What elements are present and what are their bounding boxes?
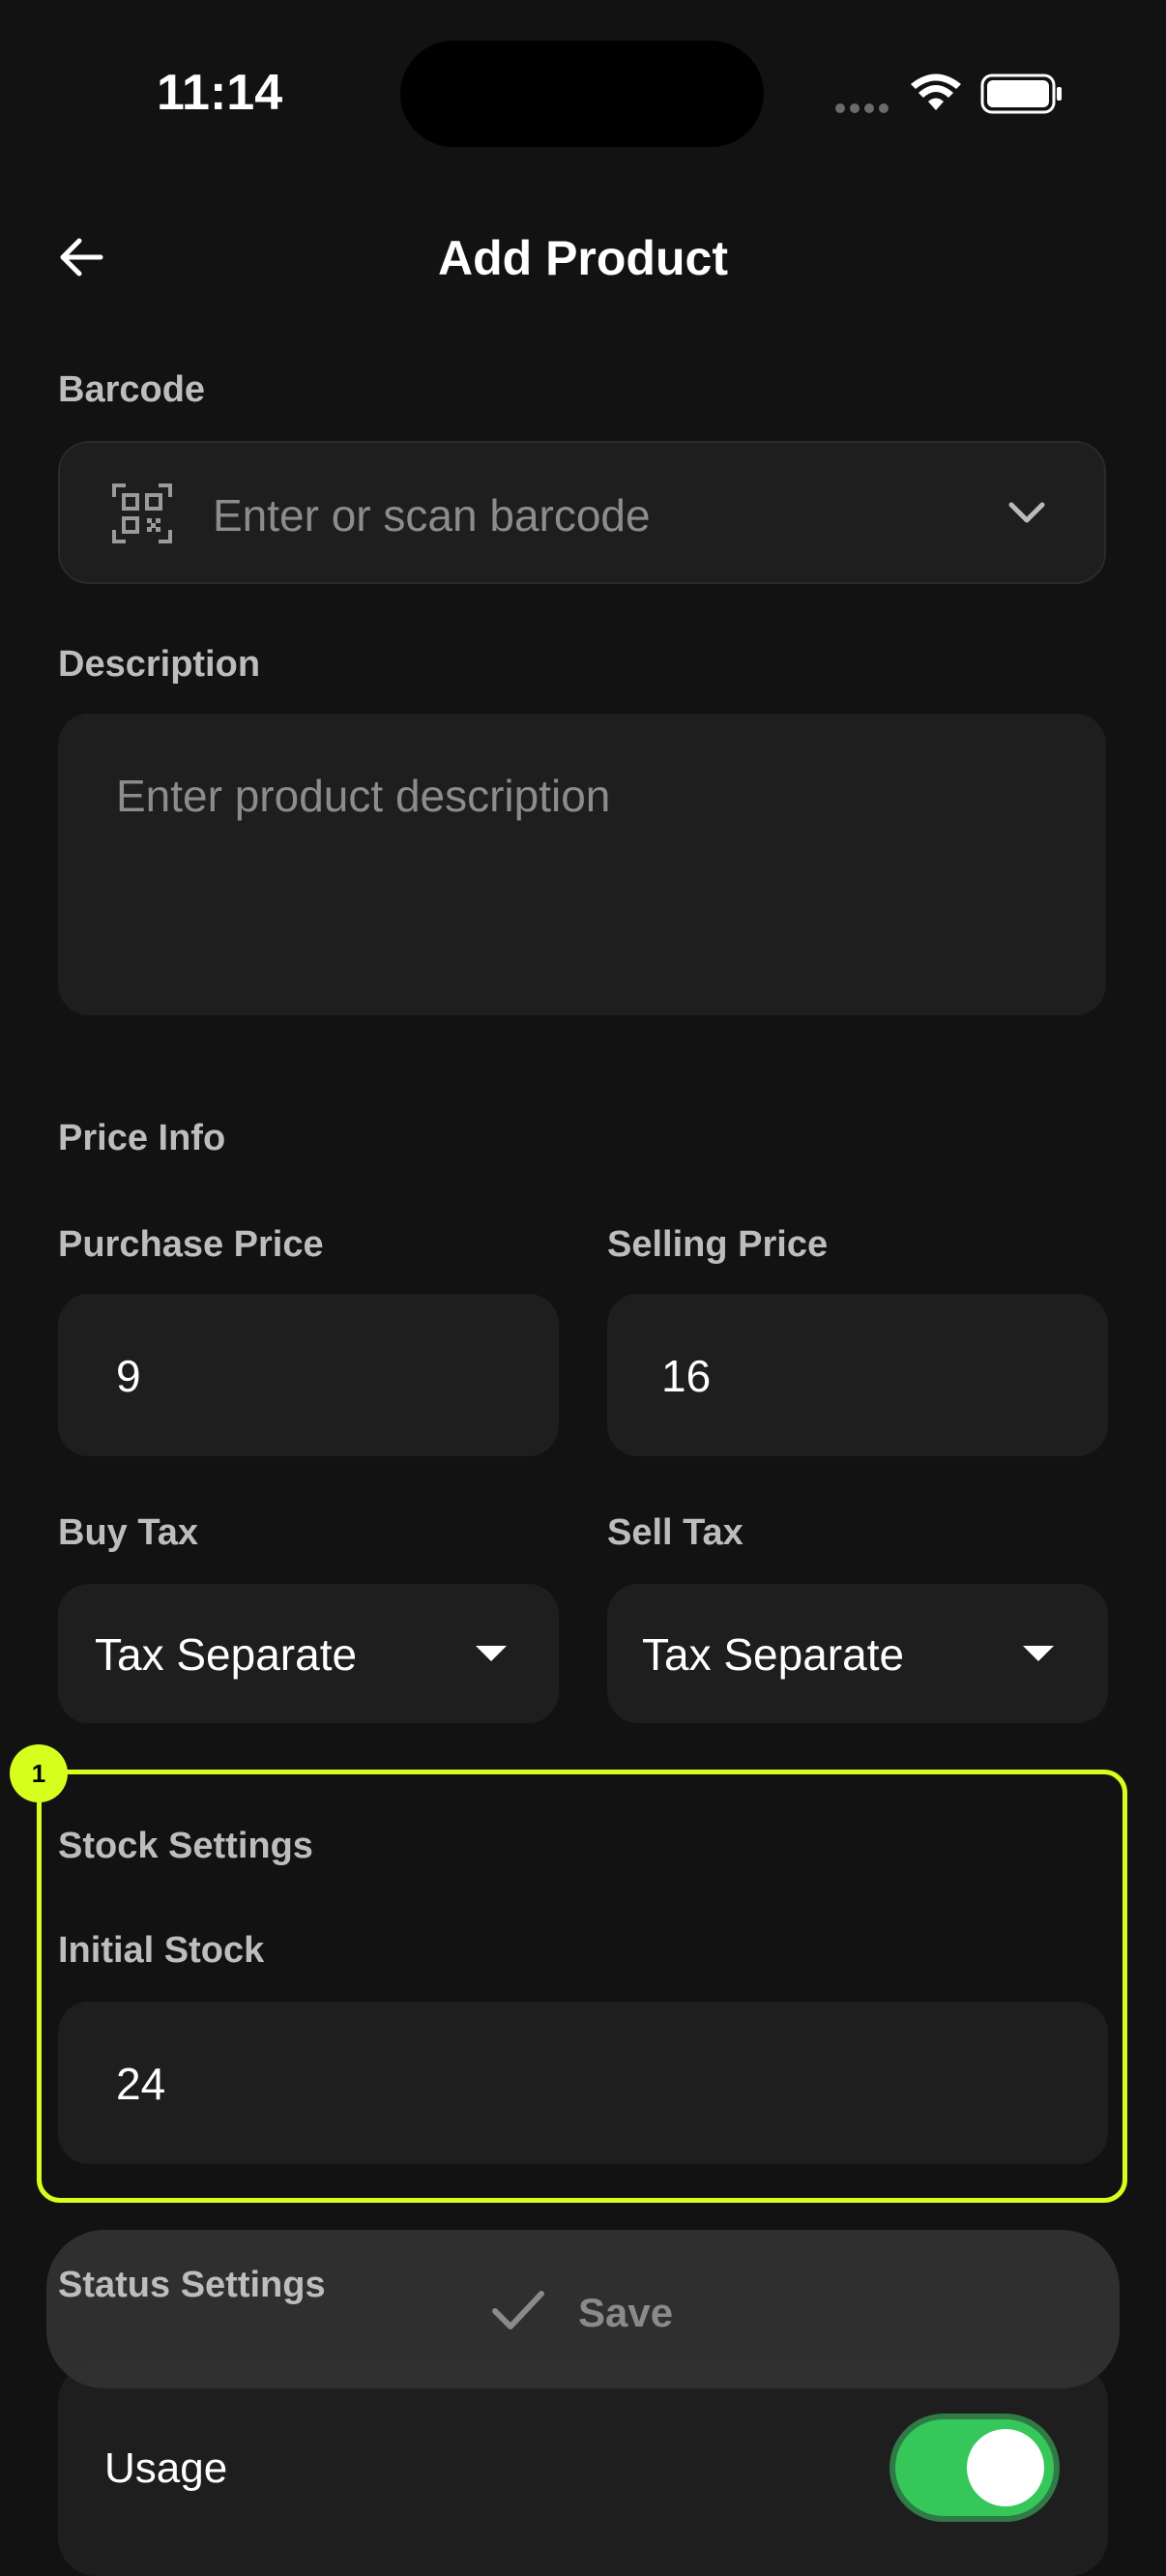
- selling-price-value: 16: [661, 1351, 712, 1401]
- signal-icon: [835, 101, 893, 114]
- battery-icon: [980, 73, 1062, 114]
- checkmark-icon[interactable]: [491, 2288, 545, 2330]
- stock-settings-heading: Stock Settings: [58, 1826, 313, 1866]
- usage-label: Usage: [104, 2444, 228, 2492]
- toggle-knob: [967, 2429, 1044, 2506]
- purchase-price-label: Purchase Price: [58, 1224, 324, 1265]
- initial-stock-label: Initial Stock: [58, 1930, 265, 1971]
- annotation-badge: 1: [10, 1744, 68, 1802]
- status-time: 11:14: [157, 65, 283, 121]
- chevron-down-icon[interactable]: [1007, 497, 1046, 526]
- description-placeholder: Enter product description: [116, 771, 611, 821]
- qr-scan-icon[interactable]: [112, 483, 172, 543]
- usage-toggle[interactable]: [889, 2414, 1060, 2522]
- page-title: Add Product: [438, 231, 728, 285]
- sell-tax-value: Tax Separate: [642, 1629, 905, 1680]
- price-info-heading: Price Info: [58, 1118, 226, 1158]
- status-settings-heading: Status Settings: [58, 2265, 326, 2305]
- description-textarea[interactable]: Enter product description: [58, 714, 1106, 1015]
- dropdown-caret-icon: [1023, 1646, 1054, 1661]
- purchase-price-value: 9: [116, 1351, 141, 1401]
- save-button[interactable]: Save: [578, 2290, 673, 2336]
- initial-stock-input[interactable]: 24: [58, 2002, 1108, 2164]
- purchase-price-input[interactable]: 9: [58, 1294, 559, 1456]
- wifi-icon: [911, 73, 961, 110]
- sell-tax-label: Sell Tax: [607, 1512, 743, 1553]
- selling-price-input[interactable]: 16: [607, 1294, 1108, 1456]
- barcode-input[interactable]: Enter or scan barcode: [213, 489, 651, 542]
- buy-tax-label: Buy Tax: [58, 1512, 199, 1553]
- barcode-label: Barcode: [58, 369, 206, 410]
- dynamic-island: [400, 41, 764, 147]
- barcode-field[interactable]: Enter or scan barcode: [58, 441, 1106, 584]
- initial-stock-value: 24: [116, 2059, 166, 2109]
- selling-price-label: Selling Price: [607, 1224, 829, 1265]
- buy-tax-value: Tax Separate: [95, 1629, 358, 1680]
- buy-tax-select[interactable]: Tax Separate: [58, 1584, 559, 1723]
- description-label: Description: [58, 644, 261, 685]
- sell-tax-select[interactable]: Tax Separate: [607, 1584, 1108, 1723]
- dropdown-caret-icon: [476, 1646, 507, 1661]
